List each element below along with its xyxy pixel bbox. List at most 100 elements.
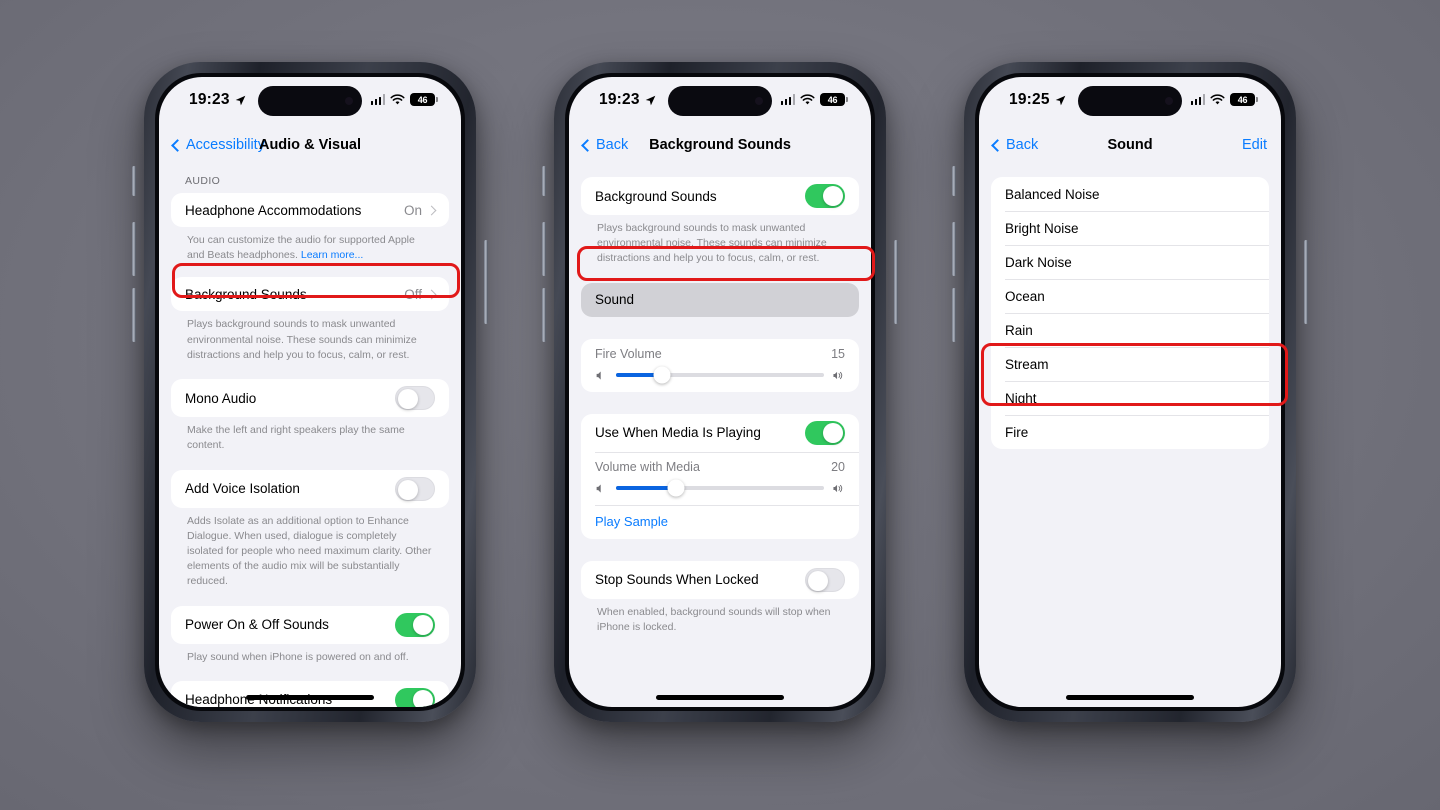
edit-button[interactable]: Edit [1242, 137, 1267, 153]
list-item[interactable]: Bright Noise [991, 211, 1269, 245]
row-stop-sounds-when-locked[interactable]: Stop Sounds When Locked [581, 561, 859, 599]
toggle-headphone-notifications[interactable] [395, 687, 435, 707]
wifi-icon [390, 93, 405, 104]
sound-list-3[interactable]: Balanced Noise Bright Noise Dark Noise O… [979, 163, 1281, 707]
chevron-right-icon [426, 205, 437, 215]
volume-media-value: 20 [831, 459, 845, 474]
card-background-sounds-toggle: Background Sounds [581, 177, 859, 215]
footnote-background-sounds: Plays background sounds to mask unwanted… [187, 318, 417, 361]
list-item[interactable]: Ocean [991, 279, 1269, 313]
cellular-signal-icon [780, 94, 795, 105]
list-item[interactable]: Stream [991, 347, 1269, 381]
front-camera-icon [755, 97, 763, 105]
volume-up-button-1[interactable] [132, 222, 136, 276]
settings-list-2[interactable]: Background Sounds Plays background sound… [569, 163, 871, 707]
row-value: On [403, 202, 422, 218]
row-label: Use When Media Is Playing [595, 425, 761, 441]
row-label: Headphone Accommodations [185, 202, 362, 218]
action-button-1[interactable] [132, 166, 136, 196]
volume-media-slider-body [595, 479, 845, 497]
fire-volume-label: Fire Volume [595, 346, 662, 361]
sound-option-label: Stream [1005, 356, 1049, 372]
row-label: Stop Sounds When Locked [595, 572, 759, 588]
status-bar-3: 19:25 46 [979, 77, 1281, 127]
row-label: Mono Audio [185, 390, 257, 406]
action-button-3[interactable] [952, 166, 956, 196]
button-play-sample[interactable]: Play Sample [581, 504, 859, 539]
footnote-power-sounds: Play sound when iPhone is powered on and… [187, 650, 409, 663]
back-button-3[interactable]: Back [991, 137, 1038, 153]
chevron-right-icon [426, 289, 437, 300]
sound-option-label: Bright Noise [1005, 220, 1079, 236]
chevron-left-icon [171, 138, 184, 152]
phone-device-1: 19:23 46 Accessibility Audio & Visual AU… [132, 62, 488, 722]
toggle-add-voice-isolation[interactable] [395, 476, 435, 501]
row-add-voice-isolation[interactable]: Add Voice Isolation [171, 470, 449, 508]
fire-volume-value: 15 [831, 346, 845, 361]
list-item[interactable]: Dark Noise [991, 245, 1269, 279]
volume-down-button-2[interactable] [542, 288, 546, 342]
toggle-use-when-media-playing[interactable] [805, 420, 845, 445]
learn-more-link[interactable]: Learn more... [301, 249, 363, 261]
row-sound[interactable]: Sound [581, 282, 859, 317]
status-bar-1: 19:23 46 [159, 77, 461, 127]
sound-option-label: Fire [1005, 424, 1029, 440]
settings-list-1[interactable]: AUDIO Headphone Accommodations On You ca… [159, 163, 461, 707]
sound-option-label: Ocean [1005, 288, 1045, 304]
card-stop-sounds-locked: Stop Sounds When Locked [581, 560, 859, 599]
toggle-power-on-off-sounds[interactable] [395, 612, 435, 637]
toggle-stop-sounds-when-locked[interactable] [805, 567, 845, 592]
speaker-high-icon [833, 371, 843, 379]
volume-up-button-3[interactable] [952, 222, 956, 276]
fire-volume-knob[interactable] [653, 366, 671, 384]
row-background-sounds-toggle[interactable]: Background Sounds [581, 177, 859, 215]
fire-volume-track[interactable] [616, 366, 824, 384]
slider-volume-with-media[interactable]: Volume with Media 20 [581, 451, 859, 505]
footnote-voice-isolation: Adds Isolate as an additional option to … [187, 514, 432, 588]
list-item-night[interactable]: Night [991, 381, 1269, 415]
home-indicator-1 [246, 695, 374, 700]
slider-fire-volume[interactable]: Fire Volume 15 [581, 339, 859, 392]
row-power-on-off-sounds[interactable]: Power On & Off Sounds [171, 606, 449, 644]
row-mono-audio[interactable]: Mono Audio [171, 379, 449, 417]
card-media: Use When Media Is Playing Volume with Me… [581, 413, 859, 539]
footnote-headphone-accommodations: You can customize the audio for supporte… [171, 227, 449, 263]
row-label: Background Sounds [185, 286, 307, 302]
status-time-text-3: 19:25 [1009, 91, 1050, 108]
volume-up-button-2[interactable] [542, 222, 546, 276]
power-button-1[interactable] [484, 240, 488, 324]
toggle-background-sounds[interactable] [805, 184, 845, 208]
fire-volume-slider-body [595, 366, 845, 384]
row-label: Background Sounds [595, 188, 717, 204]
card-mono-audio: Mono Audio [171, 379, 449, 418]
list-item[interactable]: Rain [991, 313, 1269, 347]
volume-media-knob[interactable] [667, 479, 685, 497]
back-button-2[interactable]: Back [581, 137, 628, 153]
list-item-fire[interactable]: Fire [991, 415, 1269, 449]
row-headphone-notifications[interactable]: Headphone Notifications [171, 681, 449, 707]
location-arrow-icon [1055, 95, 1065, 105]
volume-media-track[interactable] [616, 479, 824, 497]
chevron-left-icon [581, 138, 594, 152]
toggle-mono-audio[interactable] [395, 386, 435, 411]
battery-level-2: 46 [827, 94, 838, 105]
wifi-icon [800, 93, 815, 104]
power-button-3[interactable] [1304, 240, 1308, 324]
fire-volume-head: Fire Volume 15 [595, 347, 845, 361]
action-button-2[interactable] [542, 166, 546, 196]
back-label-1: Accessibility [186, 137, 265, 153]
status-bar-2: 19:23 46 [569, 77, 871, 127]
volume-down-button-1[interactable] [132, 288, 136, 342]
back-button-accessibility[interactable]: Accessibility [171, 137, 265, 153]
list-item[interactable]: Balanced Noise [991, 177, 1269, 211]
volume-down-button-3[interactable] [952, 288, 956, 342]
row-background-sounds[interactable]: Background Sounds Off [171, 277, 449, 311]
volume-media-head: Volume with Media 20 [595, 460, 845, 474]
phone-screen-2: 19:23 46 Back Background Sounds Backgrou… [569, 77, 871, 707]
status-indicators-2: 46 [780, 91, 848, 106]
power-button-2[interactable] [894, 240, 898, 324]
row-use-when-media-playing[interactable]: Use When Media Is Playing [581, 414, 859, 452]
toggle-knob [823, 422, 843, 443]
wifi-icon [1210, 93, 1225, 104]
row-headphone-accommodations[interactable]: Headphone Accommodations On [171, 193, 449, 227]
